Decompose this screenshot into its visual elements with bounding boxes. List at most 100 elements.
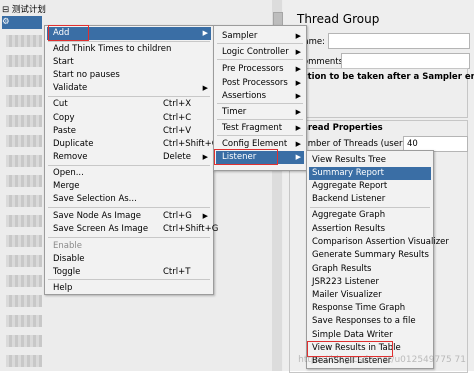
menu-item-cut[interactable]: Cut Ctrl+X — [47, 98, 211, 111]
menu-item-label: Start — [53, 57, 74, 67]
menu-item-label: Disable — [53, 254, 85, 264]
menu-item-validate[interactable]: Validate ▶ — [47, 82, 211, 95]
menu-item-simple-data-writer[interactable]: Simple Data Writer — [309, 329, 431, 342]
menu-item-start-no-pauses[interactable]: Start no pauses — [47, 69, 211, 82]
menu-item-add-think-times-to-children[interactable]: Add Think Times to children — [47, 43, 211, 56]
menu-separator — [310, 207, 430, 208]
menu-item-label: Backend Listener — [312, 194, 386, 204]
menu-item-generate-summary-results[interactable]: Generate Summary Results — [309, 249, 431, 262]
menu-item-enable[interactable]: Enable — [47, 240, 211, 253]
submenu-arrow-icon: ▶ — [202, 29, 208, 37]
menu-item-toggle[interactable]: Toggle Ctrl+T — [47, 266, 211, 279]
menu-item-backend-listener[interactable]: Backend Listener — [309, 193, 431, 206]
submenu-arrow-icon: ▶ — [295, 79, 301, 87]
blurred-tree-item — [6, 215, 42, 227]
menu-item-aggregate-report[interactable]: Aggregate Report — [309, 180, 431, 193]
menu-item-graph-results[interactable]: Graph Results — [309, 263, 431, 276]
menu-item-label: Summary Report — [312, 168, 384, 178]
blurred-tree-item — [6, 195, 42, 207]
menu-item-label: Response Time Graph — [312, 303, 406, 313]
blurred-tree-item — [6, 75, 42, 87]
menu-item-sampler[interactable]: Sampler ▶ — [216, 30, 304, 43]
tree-node-thread-group[interactable]: ⚙ — [2, 16, 42, 29]
menu-item-start[interactable]: Start — [47, 56, 211, 69]
menu-item-label: Open... — [53, 168, 84, 178]
name-field[interactable] — [328, 33, 470, 49]
error-action-section: Action to be taken after a Sampler error — [289, 68, 474, 118]
blurred-tree-item — [6, 175, 42, 187]
blurred-tree-item — [6, 55, 42, 67]
menu-item-test-fragment[interactable]: Test Fragment ▶ — [216, 122, 304, 135]
menu-item-view-results-tree[interactable]: View Results Tree — [309, 154, 431, 167]
menu-item-label: Pre Processors — [222, 64, 284, 74]
menu-item-label: Logic Controller — [222, 47, 289, 57]
menu-item-save-responses-to-a-file[interactable]: Save Responses to a file — [309, 315, 431, 328]
menu-item-assertions[interactable]: Assertions ▶ — [216, 90, 304, 103]
menu-item-comparison-assertion-visualizer[interactable]: Comparison Assertion Visualizer — [309, 236, 449, 249]
menu-item-disable[interactable]: Disable — [47, 253, 211, 266]
menu-item-post-processors[interactable]: Post Processors ▶ — [216, 77, 304, 90]
menu-item-label: Listener — [222, 152, 257, 162]
menu-item-label: Cut — [53, 99, 68, 109]
blurred-tree-item — [6, 115, 42, 127]
menu-item-listener[interactable]: Listener ▶ — [216, 151, 304, 164]
tree-node-label: 测试计划 — [11, 5, 46, 15]
menu-item-copy[interactable]: Copy Ctrl+C — [47, 112, 211, 125]
menu-item-label: Paste — [53, 126, 76, 136]
menu-item-open[interactable]: Open... — [47, 167, 211, 180]
menu-separator — [48, 96, 210, 97]
menu-item-help[interactable]: Help — [47, 282, 211, 295]
menu-item-summary-report[interactable]: Summary Report — [309, 167, 431, 180]
shortcut-label: Ctrl+X — [163, 99, 192, 109]
submenu-arrow-icon: ▶ — [295, 32, 301, 40]
menu-item-label: Enable — [53, 241, 82, 251]
menu-item-label: Toggle — [53, 267, 81, 277]
menu-item-aggregate-graph[interactable]: Aggregate Graph — [309, 209, 431, 222]
menu-separator — [48, 237, 210, 238]
menu-item-label: Mailer Visualizer — [312, 290, 382, 300]
menu-item-mailer-visualizer[interactable]: Mailer Visualizer — [309, 289, 431, 302]
menu-item-label: Simple Data Writer — [312, 330, 393, 340]
blurred-tree-item — [6, 315, 42, 327]
menu-item-label: Aggregate Graph — [312, 210, 386, 220]
menu-item-label: Graph Results — [312, 264, 372, 274]
submenu-arrow-icon: ▶ — [295, 92, 301, 100]
menu-item-assertion-results[interactable]: Assertion Results — [309, 223, 431, 236]
menu-item-label: Start no pauses — [53, 70, 120, 80]
context-menu: Add ▶ Add Think Times to children Start Star… — [44, 25, 218, 295]
listener-submenu: View Results Tree Summary Report Aggregate… — [306, 150, 449, 369]
menu-item-save-screen-as-image[interactable]: Save Screen As Image Ctrl+Shift+G — [47, 223, 218, 236]
menu-item-view-results-in-table[interactable]: View Results in Table — [309, 342, 431, 355]
menu-item-pre-processors[interactable]: Pre Processors ▶ — [216, 63, 304, 76]
shortcut-label: Ctrl+Shift+G — [163, 224, 219, 234]
menu-item-save-node-as-image[interactable]: Save Node As Image Ctrl+G ▶ — [47, 210, 211, 223]
submenu-arrow-icon: ▶ — [295, 108, 301, 116]
submenu-arrow-icon: ▶ — [295, 124, 301, 132]
menu-item-response-time-graph[interactable]: Response Time Graph — [309, 302, 431, 315]
menu-item-merge[interactable]: Merge — [47, 180, 211, 193]
submenu-arrow-icon: ▶ — [202, 84, 208, 92]
menu-item-remove[interactable]: Remove Delete ▶ — [47, 151, 211, 164]
menu-item-label: Save Node As Image — [53, 211, 142, 221]
menu-item-config-element[interactable]: Config Element ▶ — [216, 138, 304, 151]
menu-item-save-selection-as[interactable]: Save Selection As... — [47, 193, 211, 206]
menu-item-add[interactable]: Add ▶ — [47, 27, 211, 40]
blurred-tree-item — [6, 275, 42, 287]
menu-item-jsr223-listener[interactable]: JSR223 Listener — [309, 276, 431, 289]
submenu-arrow-icon: ▶ — [295, 153, 301, 161]
blurred-tree-item — [6, 355, 42, 367]
menu-item-label: Add Think Times to children — [53, 44, 172, 54]
menu-item-paste[interactable]: Paste Ctrl+V — [47, 125, 211, 138]
menu-item-timer[interactable]: Timer ▶ — [216, 106, 304, 119]
shortcut-label: Ctrl+Shift+C — [163, 139, 218, 149]
menu-item-duplicate[interactable]: Duplicate Ctrl+Shift+C — [47, 138, 218, 151]
menu-separator — [217, 103, 303, 104]
menu-item-label: Generate Summary Results — [312, 250, 429, 260]
menu-item-label: Save Selection As... — [53, 194, 137, 204]
tree-expand-icon[interactable]: ⊟ — [2, 5, 9, 15]
shortcut-label: Ctrl+G — [163, 211, 192, 221]
menu-item-label: Save Screen As Image — [53, 224, 149, 234]
comments-field[interactable] — [341, 53, 470, 69]
menu-separator — [217, 59, 303, 60]
menu-item-logic-controller[interactable]: Logic Controller ▶ — [216, 46, 304, 59]
